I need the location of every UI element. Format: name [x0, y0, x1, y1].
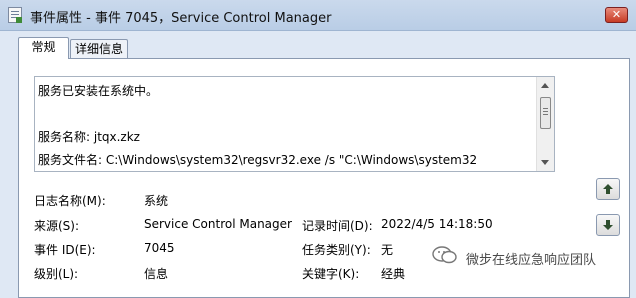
next-event-button[interactable] — [596, 214, 620, 236]
log-name-label: 日志名称(M): — [34, 194, 106, 208]
tab-details[interactable]: 详细信息 — [70, 39, 128, 59]
level-label: 级别(L): — [34, 267, 79, 281]
source-label: 来源(S): — [34, 219, 80, 233]
scroll-thumb[interactable] — [540, 97, 551, 129]
level-value: 信息 — [144, 267, 169, 281]
window-title: 事件属性 - 事件 7045，Service Control Manager — [30, 11, 332, 26]
arrow-down-icon — [603, 220, 613, 230]
watermark-text: 微步在线应急响应团队 — [466, 253, 597, 268]
keywords-value: 经典 — [381, 267, 406, 281]
keywords-label: 关键字(K): — [302, 267, 360, 281]
description-scrollbar[interactable] — [536, 77, 554, 171]
close-button[interactable]: ✕ — [605, 7, 628, 23]
task-category-value: 无 — [381, 243, 394, 257]
source-value: Service Control Manager — [144, 217, 292, 231]
event-properties-icon — [8, 7, 22, 23]
tab-general[interactable]: 常规 — [18, 37, 69, 59]
event-id-label: 事件 ID(E): — [34, 243, 96, 257]
wechat-logo-icon — [432, 246, 457, 264]
scroll-up-icon[interactable] — [541, 83, 549, 88]
event-id-value: 7045 — [144, 241, 175, 255]
scroll-down-icon[interactable] — [541, 160, 549, 165]
description-line: 服务名称: jtqx.zkz — [38, 130, 140, 144]
title-bar: 事件属性 - 事件 7045，Service Control Manager ✕ — [0, 0, 636, 31]
description-line: 服务已安装在系统中。 — [38, 84, 159, 98]
logged-value: 2022/4/5 14:18:50 — [381, 217, 493, 231]
task-category-label: 任务类别(Y): — [302, 243, 371, 257]
arrow-up-icon — [603, 184, 613, 194]
logged-label: 记录时间(D): — [302, 219, 373, 233]
previous-event-button[interactable] — [596, 178, 620, 200]
event-description-textbox[interactable]: 服务已安装在系统中。 服务名称: jtqx.zkz 服务文件名: C:\Wind… — [34, 76, 555, 172]
log-name-value: 系统 — [144, 194, 169, 208]
description-line: 服务文件名: C:\Windows\system32\regsvr32.exe … — [38, 153, 478, 167]
